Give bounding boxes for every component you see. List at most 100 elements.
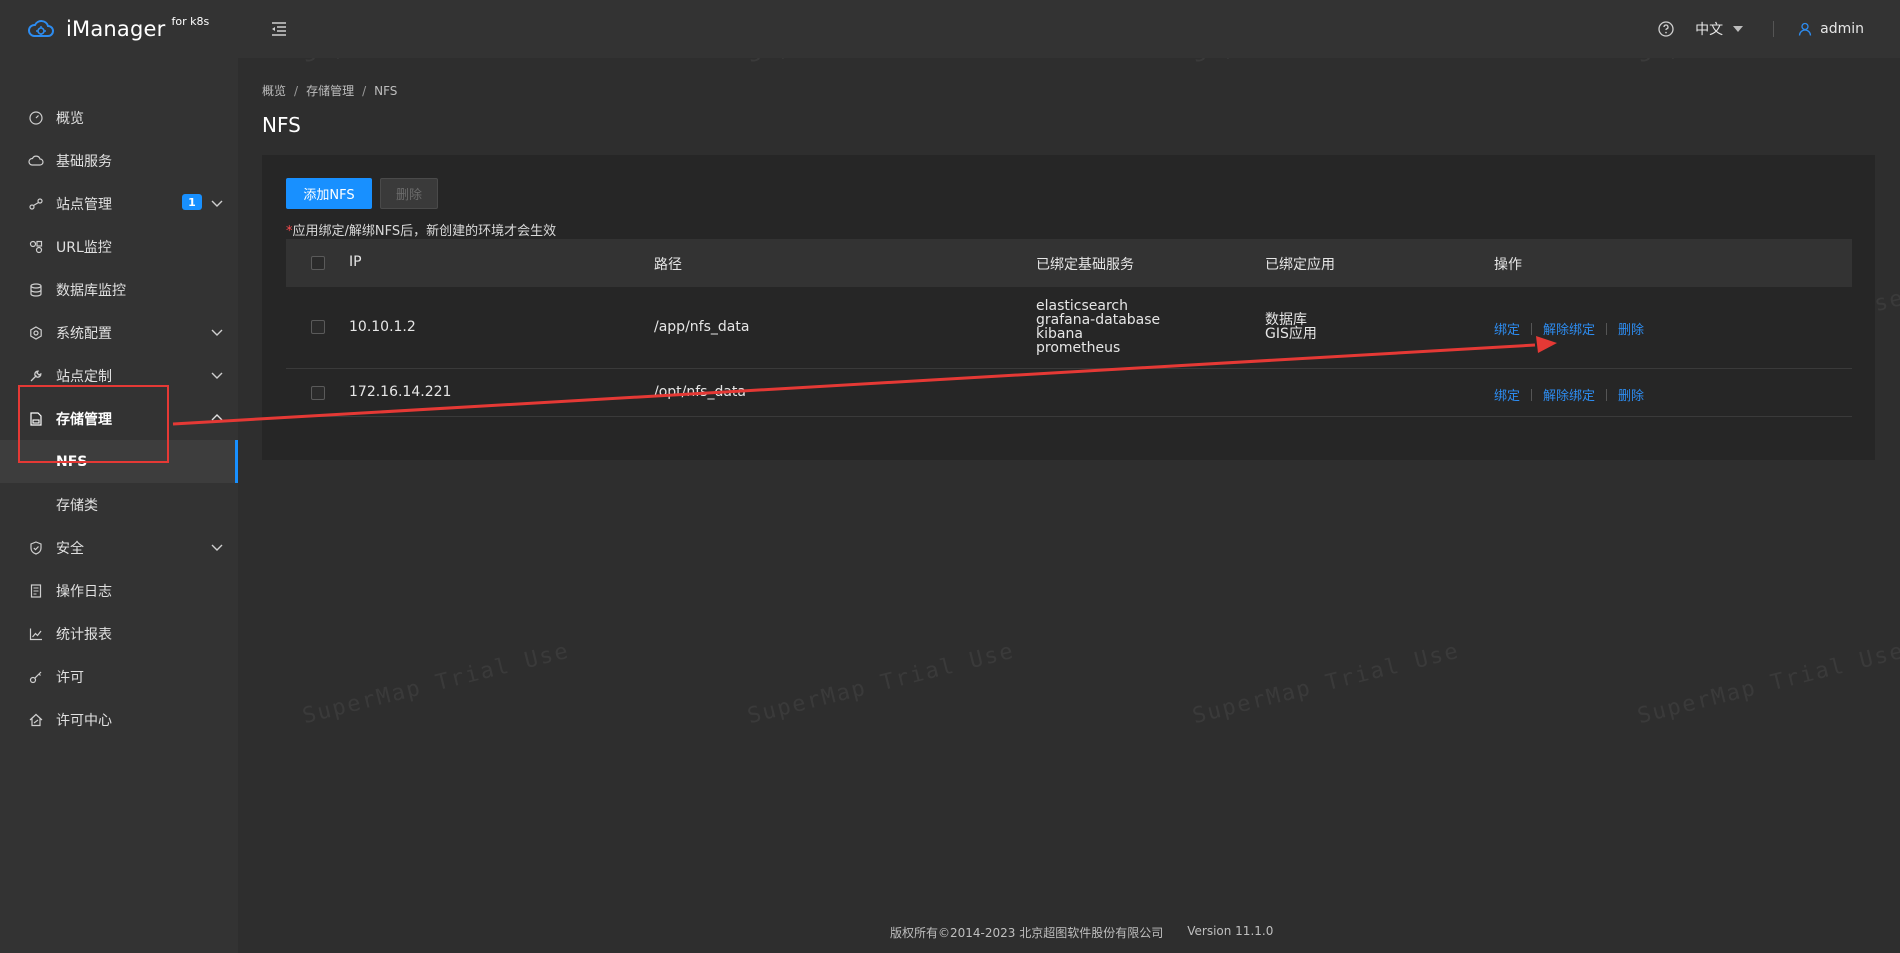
service-name: kibana xyxy=(1036,326,1083,342)
help-icon[interactable] xyxy=(1657,20,1675,38)
service-name: grafana-database xyxy=(1036,312,1161,328)
row-checkbox[interactable] xyxy=(311,386,325,400)
unbind-link[interactable]: 解除绑定 xyxy=(1543,319,1595,338)
user-menu[interactable]: admin xyxy=(1798,21,1864,37)
site-nodes-icon xyxy=(28,196,44,212)
brand[interactable]: iManager for k8s xyxy=(0,0,238,58)
table-row: 172.16.14.221 /opt/nfs_data 绑定 解除绑定 删除 xyxy=(286,369,1852,417)
sidebar-item-system-config[interactable]: 系统配置 xyxy=(0,311,238,354)
sidebar-subitem-label: NFS xyxy=(56,453,88,470)
cell-bound-services: elasticsearch grafana-database kibana pr… xyxy=(1036,299,1160,355)
sidebar-item-basic-services[interactable]: 基础服务 xyxy=(0,139,238,182)
add-nfs-button[interactable]: 添加NFS xyxy=(286,178,372,209)
unbind-link[interactable]: 解除绑定 xyxy=(1543,385,1595,404)
column-header-actions: 操作 xyxy=(1494,257,1522,273)
action-separator xyxy=(1531,322,1533,335)
sidebar-item-security[interactable]: 安全 xyxy=(0,526,238,569)
sidebar-item-database-monitor[interactable]: 数据库监控 xyxy=(0,268,238,311)
cell-bound-apps: 数据库 GIS应用 xyxy=(1265,313,1317,341)
row-actions: 绑定 解除绑定 删除 xyxy=(1494,385,1644,404)
notice-message: 应用绑定/解绑NFS后，新创建的环境才会生效 xyxy=(292,224,557,239)
sidebar-item-url-monitor[interactable]: URL监控 xyxy=(0,225,238,268)
column-header-ip: IP xyxy=(349,254,362,270)
brand-name: iManager xyxy=(66,17,166,41)
breadcrumb-overview[interactable]: 概览 xyxy=(262,82,286,99)
sidebar-item-label: 许可中心 xyxy=(56,712,112,729)
sidebar-item-label: 数据库监控 xyxy=(56,282,126,299)
sidebar: 概览 基础服务 站点管理 1 URL监控 数据库监控 系统配置 站点定制 存储管… xyxy=(0,58,238,953)
url-monitor-icon xyxy=(28,239,44,255)
sidebar-item-overview[interactable]: 概览 xyxy=(0,96,238,139)
sidebar-item-statistics[interactable]: 统计报表 xyxy=(0,612,238,655)
cloud-logo-icon xyxy=(28,20,54,37)
notice-text: *应用绑定/解绑NFS后，新创建的环境才会生效 xyxy=(286,220,556,239)
app-name: 数据库 xyxy=(1265,312,1307,328)
row-actions: 绑定 解除绑定 删除 xyxy=(1494,319,1644,338)
language-label: 中文 xyxy=(1695,22,1724,38)
sidebar-item-site-customization[interactable]: 站点定制 xyxy=(0,354,238,397)
sidebar-item-label: 站点定制 xyxy=(56,368,112,385)
chevron-down-icon xyxy=(211,544,223,551)
key-icon xyxy=(28,669,44,685)
license-center-icon xyxy=(28,712,44,728)
caret-down-icon xyxy=(1733,26,1744,32)
wrench-icon xyxy=(28,368,44,384)
column-header-bound-apps: 已绑定应用 xyxy=(1265,257,1335,273)
cell-path: /app/nfs_data xyxy=(654,319,750,335)
sidebar-item-label: URL监控 xyxy=(56,239,112,256)
header-divider xyxy=(1773,21,1775,37)
cell-path: /opt/nfs_data xyxy=(654,384,747,400)
top-header: iManager for k8s 中文 admin xyxy=(0,0,1900,58)
sidebar-item-label: 存储管理 xyxy=(56,411,112,428)
cloud-service-icon xyxy=(28,153,44,169)
user-name: admin xyxy=(1820,21,1864,37)
dashboard-icon xyxy=(28,110,44,126)
service-name: prometheus xyxy=(1036,340,1121,356)
sidebar-item-label: 概览 xyxy=(56,110,84,127)
chevron-down-icon xyxy=(211,200,223,207)
service-name: elasticsearch xyxy=(1036,298,1128,314)
user-icon xyxy=(1798,22,1812,36)
sidebar-subitem-storage-class[interactable]: 存储类 xyxy=(0,483,238,526)
bind-link[interactable]: 绑定 xyxy=(1494,319,1520,338)
sidebar-item-operation-log[interactable]: 操作日志 xyxy=(0,569,238,612)
gear-icon xyxy=(28,325,44,341)
nfs-table: IP 路径 已绑定基础服务 已绑定应用 操作 10.10.1.2 /app/nf… xyxy=(286,239,1852,417)
chevron-down-icon xyxy=(211,372,223,379)
sidebar-item-license-center[interactable]: 许可中心 xyxy=(0,698,238,741)
cell-ip: 172.16.14.221 xyxy=(349,384,452,400)
action-separator xyxy=(1606,388,1608,401)
chevron-down-icon xyxy=(211,329,223,336)
breadcrumb-storage-management[interactable]: 存储管理 xyxy=(306,82,354,99)
language-dropdown[interactable]: 中文 xyxy=(1695,19,1744,39)
sidebar-item-label: 统计报表 xyxy=(56,626,112,643)
app-window: SuperMap Trial Use SuperMap Trial Use Su… xyxy=(0,0,1900,953)
watermark: SuperMap Trial Use xyxy=(745,638,1018,730)
sidebar-item-license[interactable]: 许可 xyxy=(0,655,238,698)
delete-link[interactable]: 删除 xyxy=(1618,385,1644,404)
sidebar-item-label: 基础服务 xyxy=(56,153,112,170)
action-separator xyxy=(1606,322,1608,335)
menu-collapse-icon[interactable] xyxy=(268,18,290,40)
row-checkbox[interactable] xyxy=(311,320,325,334)
footer: 版权所有©2014-2023 北京超图软件股份有限公司 Version 11.1… xyxy=(890,924,1273,941)
cell-ip: 10.10.1.2 xyxy=(349,319,416,335)
page-title: NFS xyxy=(262,113,301,137)
annotation-arrow xyxy=(172,336,1557,426)
delete-button[interactable]: 删除 xyxy=(380,178,438,209)
sidebar-item-site-management[interactable]: 站点管理 1 xyxy=(0,182,238,225)
watermark: SuperMap Trial Use xyxy=(1190,638,1463,730)
breadcrumb-current: NFS xyxy=(374,83,398,98)
chart-icon xyxy=(28,626,44,642)
sidebar-item-label: 许可 xyxy=(56,669,84,686)
version-text: Version 11.1.0 xyxy=(1187,924,1274,938)
delete-link[interactable]: 删除 xyxy=(1618,319,1644,338)
table-row: 10.10.1.2 /app/nfs_data elasticsearch gr… xyxy=(286,287,1852,369)
sidebar-item-storage-management[interactable]: 存储管理 xyxy=(0,397,238,440)
sidebar-subitem-nfs[interactable]: NFS xyxy=(0,440,238,483)
select-all-checkbox[interactable] xyxy=(311,256,325,270)
action-separator xyxy=(1531,388,1533,401)
breadcrumb: 概览 / 存储管理 / NFS xyxy=(262,82,397,99)
breadcrumb-separator: / xyxy=(294,83,299,98)
bind-link[interactable]: 绑定 xyxy=(1494,385,1520,404)
